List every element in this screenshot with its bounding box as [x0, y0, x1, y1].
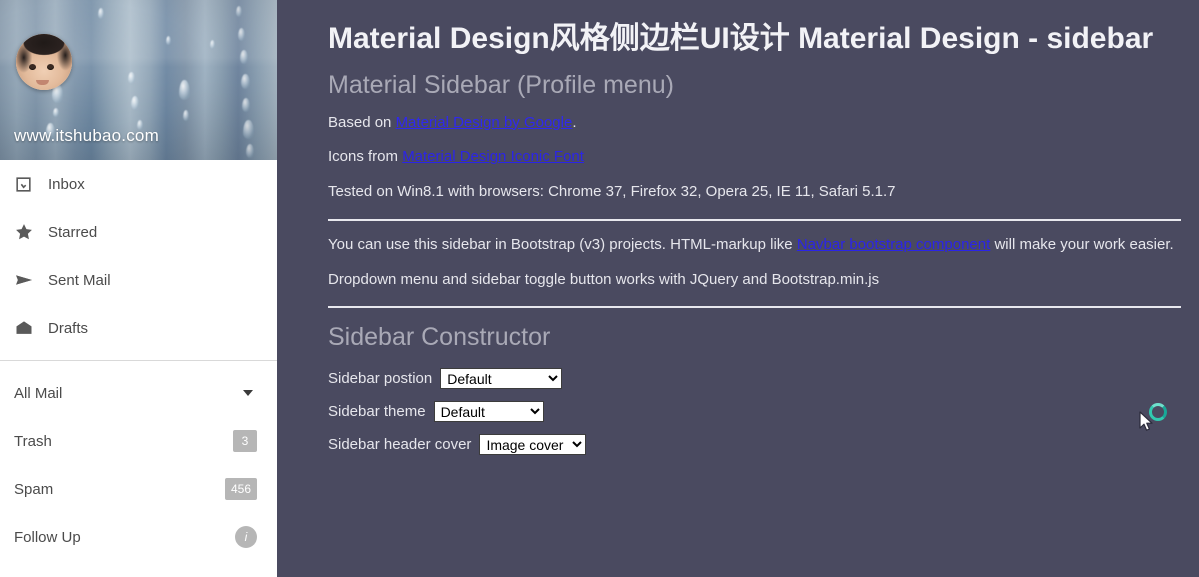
iconic-font-link[interactable]: Material Design Iconic Font	[402, 148, 584, 165]
avatar-eye-right	[47, 64, 54, 70]
sidebar-item-drafts[interactable]: Drafts	[0, 304, 277, 352]
sidebar-header-cover-label: Sidebar header cover	[328, 436, 472, 454]
sidebar-divider	[0, 360, 277, 361]
status-badge: 456	[224, 478, 257, 500]
sidebar-item-trash[interactable]: Trash 3	[0, 417, 277, 465]
icons-from-paragraph: Icons from Material Design Iconic Font	[328, 148, 1181, 167]
based-on-paragraph: Based on Material Design by Google.	[328, 114, 1181, 133]
sidebar-item-label: Sent Mail	[48, 271, 111, 289]
tested-on-paragraph: Tested on Win8.1 with browsers: Chrome 3…	[328, 183, 896, 200]
drafts-icon	[14, 318, 48, 338]
sidebar-position-label: Sidebar postion	[328, 370, 433, 388]
chevron-down-icon[interactable]	[243, 390, 253, 396]
form-row-sidebar-theme: Sidebar theme Default Dark Light	[328, 401, 1181, 423]
sidebar-item-label: Trash	[14, 432, 52, 450]
based-on-prefix: Based on	[328, 113, 396, 131]
bootstrap-paragraph: You can use this sidebar in Bootstrap (v…	[328, 236, 1181, 255]
sidebar-item-inbox[interactable]: Inbox	[0, 160, 277, 208]
sidebar-item-sent-mail[interactable]: Sent Mail	[0, 256, 277, 304]
constructor-heading: Sidebar Constructor	[328, 323, 551, 352]
sidebar-item-follow-up[interactable]: Follow Up i	[0, 513, 277, 561]
sidebar-item-label: Drafts	[48, 319, 89, 337]
dropdown-paragraph: Dropdown menu and sidebar toggle button …	[328, 270, 880, 288]
sidebar-item-label: Inbox	[48, 175, 85, 193]
bootstrap-suffix: will make your work easier.	[990, 235, 1174, 253]
sidebar-theme-label: Sidebar theme	[328, 403, 426, 421]
avatar[interactable]	[16, 34, 72, 90]
page-subtitle: Material Sidebar (Profile menu)	[328, 70, 674, 99]
based-on-suffix: .	[572, 113, 577, 131]
page-title: Material Design风格侧边栏UI设计 Material Design…	[328, 22, 1154, 55]
navbar-component-link[interactable]: Navbar bootstrap component	[797, 236, 990, 253]
sidebar-theme-select[interactable]: Default Dark Light	[433, 401, 544, 423]
divider-bottom	[328, 306, 1181, 309]
sidebar-secondary-list: All Mail Trash 3 Spam 456 Follow Up i	[0, 369, 277, 561]
status-badge: 3	[233, 430, 257, 452]
star-icon	[14, 222, 48, 242]
main-content: Material Design风格侧边栏UI设计 Material Design…	[277, 0, 1199, 577]
sidebar-item-spam[interactable]: Spam 456	[0, 465, 277, 513]
sidebar-item-starred[interactable]: Starred	[0, 208, 277, 256]
material-design-link[interactable]: Material Design by Google	[396, 114, 573, 131]
icons-from-prefix: Icons from	[328, 148, 403, 166]
sidebar-item-all-mail[interactable]: All Mail	[0, 369, 277, 417]
sidebar-item-label: Follow Up	[14, 528, 81, 546]
sidebar-header-cover-select[interactable]: Image cover Color cover No cover	[479, 434, 587, 456]
sidebar-position-select[interactable]: Default Left Right	[440, 368, 563, 390]
info-badge: i	[235, 526, 257, 548]
divider-top	[328, 218, 1181, 221]
sidebar: www.itshubao.com Inbox Starred Sent Mail…	[0, 0, 277, 577]
sidebar-header: www.itshubao.com	[0, 0, 277, 160]
inbox-icon	[14, 175, 48, 194]
send-icon	[14, 270, 48, 290]
form-row-sidebar-header-cover: Sidebar header cover Image cover Color c…	[328, 434, 1181, 456]
form-row-sidebar-position: Sidebar postion Default Left Right	[328, 368, 1181, 390]
sidebar-item-label: Starred	[48, 223, 98, 241]
bootstrap-prefix: You can use this sidebar in Bootstrap (v…	[328, 235, 797, 253]
sidebar-site-text: www.itshubao.com	[14, 126, 159, 145]
sidebar-item-label: Spam	[14, 480, 54, 498]
avatar-eye-left	[29, 64, 36, 70]
sidebar-primary-list: Inbox Starred Sent Mail Drafts	[0, 160, 277, 352]
sidebar-item-label: All Mail	[14, 384, 63, 402]
